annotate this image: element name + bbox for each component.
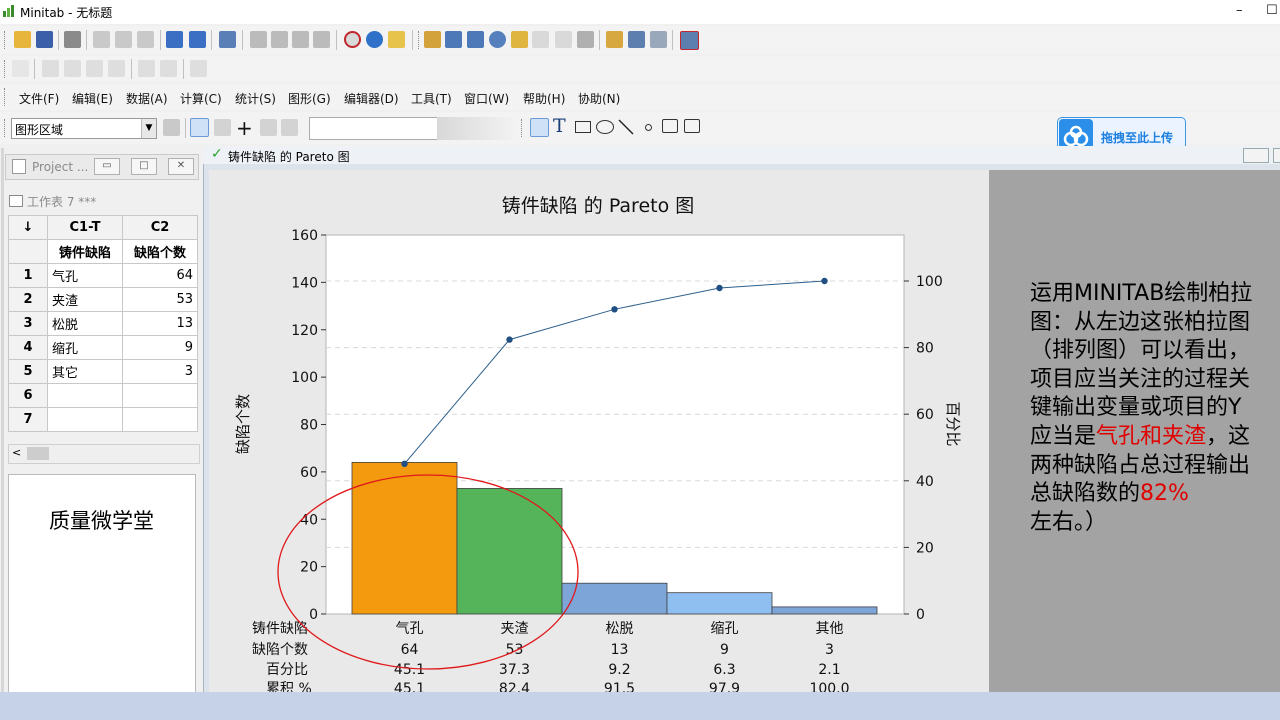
- table-cell: 64: [401, 642, 419, 658]
- table-cell: 45.1: [394, 662, 425, 678]
- y-tick-label: 100: [291, 370, 318, 386]
- bar: [351, 461, 458, 615]
- table-row-label: 百分比: [266, 662, 308, 678]
- y2-tick-label: 20: [916, 540, 934, 556]
- category-label: 缩孔: [711, 621, 739, 637]
- y-tick-label: 20: [300, 560, 318, 576]
- table-cell: 9.2: [608, 662, 630, 678]
- bottom-strip: [0, 692, 1280, 720]
- table-cell: 53: [506, 642, 524, 658]
- pareto-table: 铸件缺陷 气孔 夹渣 松脱 缩孔 其他缺陷个数 64 53 13 9 3 百分比 45.1 37.3 9.2…: [252, 621, 850, 697]
- table-cell: 6.3: [713, 662, 735, 678]
- bar: [666, 592, 773, 615]
- category-label: 夹渣: [501, 621, 529, 637]
- table-cell: 3: [825, 642, 834, 658]
- y2-tick-label: 100: [916, 274, 943, 290]
- y-axis-label: 缺陷个数: [234, 394, 252, 454]
- table-row-label: 铸件缺陷: [252, 621, 308, 637]
- cumulative-point: [401, 460, 408, 468]
- annotation-highlight2: 82%: [1140, 481, 1189, 507]
- category-label: 气孔: [396, 621, 424, 637]
- cumulative-point: [821, 277, 828, 285]
- annotation-part3: 左右。）: [1030, 509, 1108, 535]
- cumulative-point: [611, 306, 618, 313]
- y-tick-label: 140: [291, 275, 318, 291]
- table-cell: 13: [611, 642, 629, 658]
- y-tick-label: 60: [300, 465, 318, 481]
- annotation-text: 运用MINITAB绘制柏拉图：从左边这张柏拉图（排列图）可以看出，项目应当关注的…: [1030, 280, 1260, 537]
- bar: [456, 488, 563, 615]
- bar: [771, 606, 878, 615]
- category-label: 松脱: [606, 621, 634, 637]
- y-axis: 0 20 40 60 80 100 120 140 160: [291, 228, 326, 623]
- chart-title: 铸件缺陷 的 Pareto 图: [502, 195, 695, 217]
- table-cell: 2.1: [818, 662, 840, 678]
- y-tick-label: 80: [300, 418, 318, 434]
- y2-tick-label: 80: [916, 341, 934, 357]
- y2-tick-label: 60: [916, 407, 934, 423]
- y2-axis-label: 百分比: [944, 401, 962, 446]
- y-tick-label: 0: [309, 607, 318, 623]
- y2-tick-label: 0: [916, 607, 925, 623]
- y-tick-label: 40: [300, 512, 318, 528]
- bar: [561, 582, 668, 615]
- y-tick-label: 160: [291, 228, 318, 244]
- table-cell: 37.3: [499, 662, 530, 678]
- y2-axis: 0 20 40 60 80 100: [904, 274, 943, 623]
- table-row-label: 缺陷个数: [252, 642, 308, 658]
- table-cell: 9: [720, 642, 729, 658]
- cumulative-point: [716, 284, 723, 292]
- annotation-highlight1: 气孔和夹渣: [1096, 423, 1207, 449]
- cumulative-point: [506, 336, 513, 343]
- y2-tick-label: 40: [916, 474, 934, 490]
- y-tick-label: 120: [291, 323, 318, 339]
- category-label: 其他: [816, 621, 844, 637]
